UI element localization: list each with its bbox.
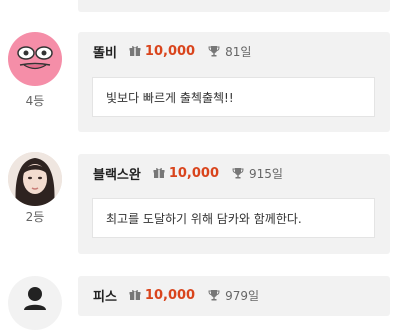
rank-label: 2등: [25, 210, 45, 224]
trophy-icon: [232, 168, 244, 179]
entry-header: 블랙스완 10,000 915일: [93, 164, 283, 183]
attendance-days: 915일: [249, 166, 283, 181]
message-box: 최고를 도달하기 위해 담카와 함께한다.: [92, 198, 375, 238]
trophy-icon: [208, 290, 220, 301]
user-name[interactable]: 똘비: [93, 42, 117, 61]
entry-card: 블랙스완 10,000 915일 최고를 도달하기 위해 담카와 함께한다.: [78, 154, 390, 254]
gift-icon: [153, 168, 165, 178]
entry-header: 똘비 10,000 81일: [93, 42, 252, 61]
entry-card: 피스 10,000 979일: [78, 276, 390, 316]
points-value: 10,000: [144, 43, 196, 59]
avatar-column: 4등: [8, 32, 62, 108]
gift-icon: [129, 290, 141, 300]
avatar[interactable]: [8, 32, 62, 86]
points-value: 10,000: [144, 287, 196, 303]
rank-label: 4등: [25, 94, 45, 108]
portrait-photo: [8, 152, 62, 206]
entry-card: 똘비 10,000 81일 빛보다 빠르게 출첵출첵!!: [78, 32, 390, 132]
message-box: 빛보다 빠르게 출첵출첵!!: [92, 77, 375, 117]
avatar-column: [8, 276, 62, 330]
avatar[interactable]: [8, 276, 62, 330]
avatar-column: 2등: [8, 152, 62, 224]
user-name[interactable]: 블랙스완: [93, 164, 141, 183]
gift-icon: [129, 46, 141, 56]
pink-blob-face-icon: [17, 46, 53, 70]
user-silhouette-icon: [24, 287, 46, 310]
previous-entry-card: [78, 0, 390, 12]
trophy-icon: [208, 46, 220, 57]
attendance-days: 979일: [225, 288, 260, 303]
entry-header: 피스 10,000 979일: [93, 286, 260, 305]
avatar[interactable]: [8, 152, 62, 206]
attendance-days: 81일: [225, 44, 252, 59]
user-name[interactable]: 피스: [93, 286, 117, 305]
points-value: 10,000: [168, 165, 220, 181]
